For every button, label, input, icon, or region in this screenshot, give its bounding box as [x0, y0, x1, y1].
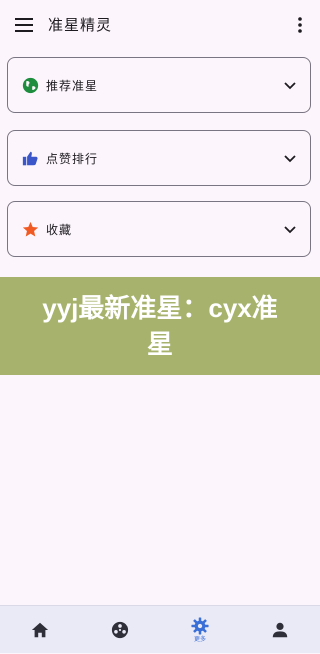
card-likes-ranking[interactable]: 点赞排行: [7, 130, 311, 186]
thumbs-up-icon: [22, 151, 38, 166]
nav-label-more: 更多: [193, 636, 206, 643]
person-icon: [272, 622, 288, 638]
card-favorites[interactable]: 收藏: [7, 201, 311, 257]
card-label: 收藏: [46, 223, 73, 237]
chevron-down-icon[interactable]: [282, 77, 298, 93]
top-app-bar: 准星精灵: [0, 0, 320, 50]
menu-icon[interactable]: [12, 13, 36, 37]
banner-text: yyj最新准星：cyx准星: [42, 293, 278, 359]
card-label: 推荐准星: [46, 79, 99, 93]
nav-item-profile[interactable]: [240, 606, 320, 654]
home-icon: [31, 622, 49, 638]
card-recommended[interactable]: 推荐准星: [7, 57, 311, 113]
star-icon: [22, 221, 39, 237]
nav-item-target[interactable]: [80, 606, 160, 654]
chevron-down-icon[interactable]: [282, 150, 298, 166]
bottom-navigation: 更多: [0, 605, 320, 653]
promo-banner: yyj最新准星：cyx准星: [0, 277, 320, 375]
globe-icon: [22, 77, 39, 94]
nav-item-home[interactable]: [0, 606, 80, 654]
app-title: 准星精灵: [48, 16, 113, 34]
chevron-down-icon[interactable]: [282, 221, 298, 237]
nav-item-more[interactable]: 更多: [160, 606, 240, 654]
card-label: 点赞排行: [46, 152, 99, 166]
more-vert-icon[interactable]: [290, 13, 310, 37]
gear-icon: [191, 617, 209, 635]
target-icon: [111, 621, 129, 639]
